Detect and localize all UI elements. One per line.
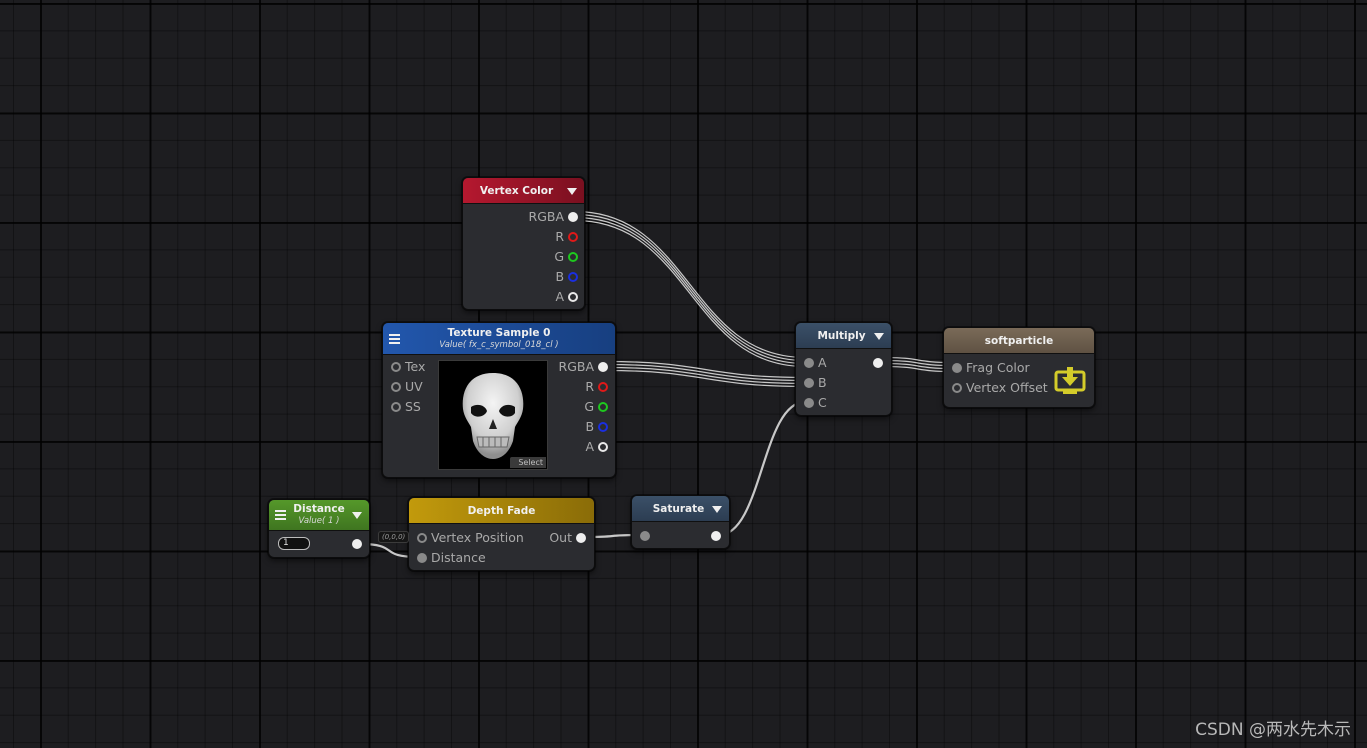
port-dot-icon[interactable] bbox=[391, 402, 401, 412]
node-header[interactable]: Vertex Color bbox=[463, 178, 584, 204]
port-dot-icon[interactable] bbox=[576, 533, 586, 543]
input-port-ss[interactable]: SS bbox=[391, 399, 421, 415]
texture-preview[interactable]: Select bbox=[438, 360, 548, 470]
node-title: Texture Sample 0 bbox=[447, 326, 551, 339]
node-title: softparticle bbox=[984, 334, 1054, 347]
vertex-position-default-tag: (0,0,0) bbox=[378, 531, 410, 543]
port-dot-icon[interactable] bbox=[598, 402, 608, 412]
output-port-a[interactable]: A bbox=[555, 289, 578, 305]
node-saturate[interactable]: Saturate bbox=[631, 495, 730, 549]
node-softparticle-output[interactable]: softparticle Frag Color Vertex Offset bbox=[943, 327, 1095, 408]
node-texture-sample[interactable]: Texture Sample 0 Value( fx_c_symbol_018_… bbox=[382, 322, 616, 478]
chevron-down-icon[interactable] bbox=[352, 512, 362, 519]
port-dot-icon[interactable] bbox=[711, 531, 721, 541]
output-port-out[interactable] bbox=[711, 528, 721, 544]
node-title: Saturate bbox=[652, 502, 705, 515]
node-distance[interactable]: Distance Value( 1 ) 1 bbox=[268, 499, 370, 558]
port-dot-icon[interactable] bbox=[598, 382, 608, 392]
node-header[interactable]: Depth Fade bbox=[409, 498, 594, 524]
wire-strand bbox=[605, 366, 806, 385]
output-port-out[interactable] bbox=[352, 536, 362, 552]
port-dot-icon[interactable] bbox=[417, 533, 427, 543]
node-header[interactable]: Texture Sample 0 Value( fx_c_symbol_018_… bbox=[383, 323, 615, 355]
wire-strand bbox=[718, 400, 806, 537]
output-port-out[interactable]: Out bbox=[549, 530, 586, 546]
port-dot-icon[interactable] bbox=[568, 212, 578, 222]
chevron-down-icon[interactable] bbox=[567, 187, 577, 195]
input-port-uv[interactable]: UV bbox=[391, 379, 423, 395]
port-dot-icon[interactable] bbox=[568, 292, 578, 302]
input-port-vertex-offset[interactable]: Vertex Offset bbox=[952, 380, 1048, 396]
node-header[interactable]: Distance Value( 1 ) bbox=[269, 500, 369, 531]
port-dot-icon[interactable] bbox=[391, 382, 401, 392]
menu-icon[interactable] bbox=[389, 333, 400, 346]
select-texture-button[interactable]: Select bbox=[510, 457, 546, 468]
output-port-rgba[interactable]: RGBA bbox=[529, 209, 578, 225]
node-subtitle: Value( 1 ) bbox=[298, 516, 340, 526]
port-dot-icon[interactable] bbox=[952, 383, 962, 393]
port-dot-icon[interactable] bbox=[568, 232, 578, 242]
input-port-b[interactable]: B bbox=[804, 375, 827, 391]
input-port-tex[interactable]: Tex bbox=[391, 359, 425, 375]
port-dot-icon[interactable] bbox=[598, 422, 608, 432]
output-port-g[interactable]: G bbox=[554, 249, 578, 265]
port-dot-icon[interactable] bbox=[640, 531, 650, 541]
node-header[interactable]: Saturate bbox=[632, 496, 729, 522]
output-port-rgba[interactable]: RGBA bbox=[559, 359, 608, 375]
output-port-r[interactable]: R bbox=[555, 229, 578, 245]
node-title: Depth Fade bbox=[467, 504, 536, 517]
input-port-c[interactable]: C bbox=[804, 395, 827, 411]
node-header[interactable]: softparticle bbox=[944, 328, 1094, 354]
wire-saturate-to-multiply-c[interactable] bbox=[718, 400, 806, 537]
input-port-vertex-position[interactable]: Vertex Position bbox=[417, 530, 524, 546]
skull-texture-icon bbox=[462, 373, 524, 459]
connection-wires bbox=[359, 210, 954, 559]
node-subtitle: Value( fx_c_symbol_018_cl ) bbox=[439, 339, 559, 350]
port-dot-icon[interactable] bbox=[352, 539, 362, 549]
port-dot-icon[interactable] bbox=[417, 553, 427, 563]
input-port-distance[interactable]: Distance bbox=[417, 550, 486, 566]
distance-value-field[interactable]: 1 bbox=[278, 537, 310, 550]
port-dot-icon[interactable] bbox=[804, 378, 814, 388]
port-dot-icon[interactable] bbox=[568, 252, 578, 262]
chevron-down-icon[interactable] bbox=[874, 332, 884, 340]
input-port-frag-color[interactable]: Frag Color bbox=[952, 360, 1030, 376]
chevron-down-icon[interactable] bbox=[712, 505, 722, 513]
output-port-b[interactable]: B bbox=[555, 269, 578, 285]
port-dot-icon[interactable] bbox=[598, 362, 608, 372]
wire-strand bbox=[605, 363, 806, 382]
port-dot-icon[interactable] bbox=[804, 398, 814, 408]
port-dot-icon[interactable] bbox=[952, 363, 962, 373]
watermark: CSDN @两水先木示 bbox=[1195, 720, 1351, 740]
master-output-icon bbox=[1054, 367, 1086, 394]
node-header[interactable]: Multiply bbox=[796, 323, 891, 349]
port-dot-icon[interactable] bbox=[568, 272, 578, 282]
node-title: Multiply bbox=[817, 329, 866, 342]
node-vertex-color[interactable]: Vertex Color RGBA R G B A bbox=[462, 177, 585, 310]
wire-texture-to-multiply-b[interactable] bbox=[605, 360, 806, 388]
input-port-in[interactable] bbox=[640, 528, 650, 544]
menu-icon[interactable] bbox=[275, 510, 286, 522]
output-port-b[interactable]: B bbox=[585, 419, 608, 435]
input-port-a[interactable]: A bbox=[804, 355, 827, 371]
port-dot-icon[interactable] bbox=[391, 362, 401, 372]
port-dot-icon[interactable] bbox=[873, 358, 883, 368]
output-port-r[interactable]: R bbox=[585, 379, 608, 395]
output-port-out[interactable] bbox=[873, 355, 883, 371]
node-multiply[interactable]: Multiply A B C bbox=[795, 322, 892, 416]
output-port-a[interactable]: A bbox=[585, 439, 608, 455]
wire-strand bbox=[605, 360, 806, 379]
node-title: Vertex Color bbox=[479, 184, 554, 197]
node-depth-fade[interactable]: Depth Fade Vertex Position Distance Out bbox=[408, 497, 595, 571]
port-dot-icon[interactable] bbox=[804, 358, 814, 368]
wire-strand bbox=[605, 369, 806, 388]
node-title: Distance bbox=[293, 503, 345, 515]
port-dot-icon[interactable] bbox=[598, 442, 608, 452]
output-port-g[interactable]: G bbox=[584, 399, 608, 415]
